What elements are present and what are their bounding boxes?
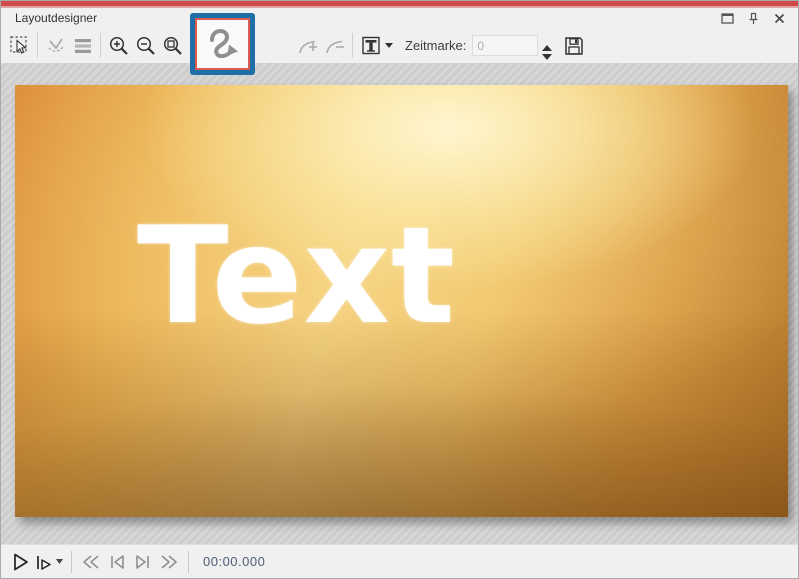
remove-curve-point-button[interactable] [321, 32, 348, 59]
maximize-button[interactable] [718, 10, 736, 26]
text-marker-button[interactable] [357, 32, 384, 59]
fast-forward-button[interactable] [156, 549, 182, 575]
previous-frame-button[interactable] [104, 549, 130, 575]
toolbar-separator [100, 33, 101, 58]
edit-curve-icon [44, 34, 68, 58]
zeitmarke-label: Zeitmarke: [405, 38, 466, 53]
pin-button[interactable] [744, 10, 762, 26]
time-display: 00:00.000 [203, 554, 265, 569]
workspace: Text [1, 63, 798, 546]
window-title: Layoutdesigner [15, 11, 97, 25]
zeitmarke-spinner [542, 38, 552, 53]
fast-forward-icon [158, 552, 180, 572]
rewind-button[interactable] [78, 549, 104, 575]
text-marker-dropdown[interactable] [385, 43, 393, 48]
select-tool-button[interactable] [6, 32, 33, 59]
chevron-down-icon [385, 43, 393, 48]
titlebar: Layoutdesigner [1, 8, 798, 28]
layers-button[interactable] [69, 32, 96, 59]
save-icon [562, 34, 586, 58]
edit-curve-button[interactable] [42, 32, 69, 59]
play-from-position-icon [34, 552, 54, 572]
accent-bar [1, 1, 798, 8]
play-options-dropdown[interactable] [56, 559, 63, 564]
zoom-in-button[interactable] [105, 32, 132, 59]
toolbar-separator [37, 33, 38, 58]
zoom-fit-icon [161, 34, 185, 58]
close-button[interactable] [770, 10, 788, 26]
text-marker-icon [359, 34, 383, 58]
next-frame-button[interactable] [130, 549, 156, 575]
playbar-separator [71, 551, 72, 573]
toolbar: Zeitmarke: [1, 28, 798, 63]
spinner-down-icon [542, 54, 552, 60]
window-controls [718, 10, 788, 26]
pin-icon [747, 12, 760, 25]
canvas-overlay-text[interactable]: Text [137, 197, 456, 355]
play-from-position-button[interactable] [33, 549, 55, 575]
remove-curve-point-icon [323, 34, 347, 58]
previous-frame-icon [106, 552, 128, 572]
zoom-in-icon [107, 34, 131, 58]
zoom-fit-button[interactable] [159, 32, 186, 59]
next-frame-icon [132, 552, 154, 572]
spinner-up-button[interactable] [542, 38, 552, 44]
zeitmarke-input[interactable] [472, 35, 538, 56]
maximize-icon [721, 13, 734, 24]
playback-bar: 00:00.000 [1, 544, 798, 578]
zoom-out-icon [134, 34, 158, 58]
play-icon [9, 551, 31, 573]
save-button[interactable] [560, 32, 587, 59]
layers-icon [71, 34, 95, 58]
playbar-separator [188, 551, 189, 573]
rewind-icon [80, 552, 102, 572]
spinner-down-button[interactable] [542, 47, 552, 53]
motion-path-tool-highlight[interactable] [190, 13, 255, 75]
add-curve-point-button[interactable] [294, 32, 321, 59]
close-icon [774, 13, 785, 24]
toolbar-separator [352, 33, 353, 58]
preview-canvas[interactable]: Text [15, 85, 788, 517]
select-tool-icon [8, 34, 32, 58]
motion-path-tool-button[interactable] [195, 18, 250, 70]
zoom-out-button[interactable] [132, 32, 159, 59]
layoutdesigner-window: Layoutdesigner [0, 0, 799, 579]
add-curve-point-icon [296, 34, 320, 58]
play-button[interactable] [7, 549, 33, 575]
chevron-down-icon [56, 559, 63, 564]
motion-path-icon [202, 23, 244, 65]
